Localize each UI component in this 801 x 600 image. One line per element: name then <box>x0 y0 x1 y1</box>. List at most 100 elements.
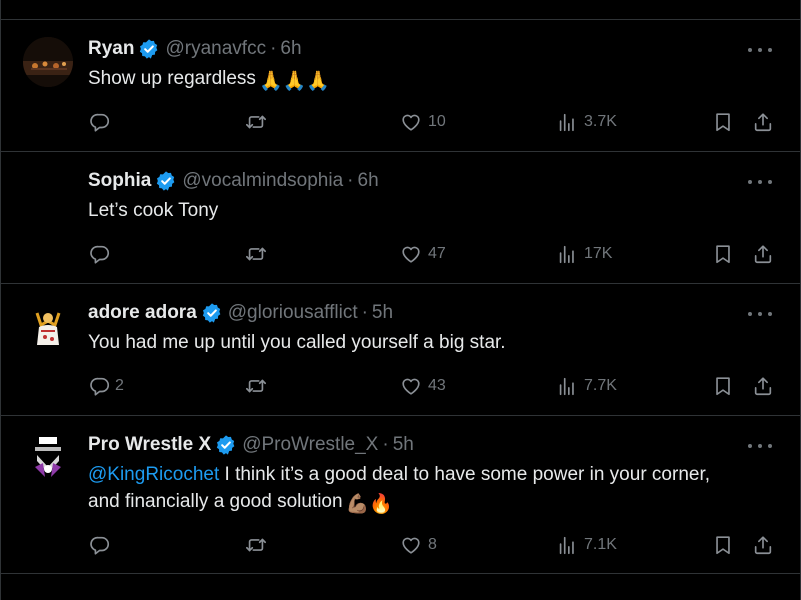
retweet-icon <box>245 111 267 133</box>
tweet-actions: 8 7.1K <box>1 532 800 558</box>
user-handle[interactable]: @ryanavfcc <box>165 38 266 60</box>
tweet-ryan[interactable]: Ryan @ryanavfcc · 6h Show up regardless 🙏… <box>1 20 800 151</box>
reply-icon <box>89 375 111 397</box>
timestamp[interactable]: 6h <box>358 170 379 192</box>
share-button[interactable] <box>752 109 774 135</box>
retweet-icon <box>245 534 267 556</box>
like-icon <box>400 375 422 397</box>
views-button[interactable]: 3.7K <box>556 109 617 135</box>
reply-icon <box>89 243 111 265</box>
bookmark-icon <box>712 534 734 556</box>
tweet-text-content: Show up regardless <box>88 68 256 89</box>
tweet-text-line-2: and financially a good solution 💪🏽🔥 <box>88 489 393 518</box>
divider <box>1 573 800 574</box>
like-icon <box>400 243 422 265</box>
verified-badge-icon <box>201 302 223 324</box>
timeline-feed: Ryan @ryanavfcc · 6h Show up regardless 🙏… <box>0 0 801 600</box>
share-icon <box>752 111 774 133</box>
tweet-text-line-1: @KingRicochet I think it’s a good deal t… <box>88 462 710 488</box>
verified-badge-icon <box>215 434 237 456</box>
more-icon[interactable] <box>748 304 772 324</box>
like-count: 10 <box>428 113 446 130</box>
bookmark-icon <box>712 243 734 265</box>
bookmark-button[interactable] <box>712 109 734 135</box>
like-button[interactable]: 43 <box>400 373 446 399</box>
retweet-button[interactable] <box>245 373 267 399</box>
more-icon[interactable] <box>748 40 772 60</box>
reply-button[interactable]: 2 <box>89 373 124 399</box>
bookmark-icon <box>712 111 734 133</box>
retweet-button[interactable] <box>245 532 267 558</box>
bookmark-button[interactable] <box>712 532 734 558</box>
retweet-button[interactable] <box>245 109 267 135</box>
retweet-icon <box>245 243 267 265</box>
timestamp[interactable]: 6h <box>280 38 301 60</box>
views-button[interactable]: 7.1K <box>556 532 617 558</box>
mention-link[interactable]: @KingRicochet <box>88 464 219 485</box>
tweet-text-content: and financially a good solution <box>88 491 343 512</box>
bookmark-button[interactable] <box>712 373 734 399</box>
more-icon[interactable] <box>748 436 772 456</box>
avatar[interactable] <box>23 37 73 87</box>
tweet-text-content: I think it’s a good deal to have some po… <box>219 464 711 485</box>
emoji: 💪🏽🔥 <box>345 494 393 515</box>
avatar[interactable] <box>23 433 73 483</box>
separator-dot: · <box>382 434 389 455</box>
share-icon <box>752 375 774 397</box>
view-count: 3.7K <box>584 113 617 130</box>
display-name[interactable]: adore adora <box>88 302 197 324</box>
verified-badge-icon <box>138 38 160 60</box>
like-button[interactable]: 10 <box>400 109 446 135</box>
like-count: 43 <box>428 377 446 394</box>
tweet-header: Sophia @vocalmindsophia · 6h <box>88 169 379 193</box>
tweet-header: Pro Wrestle X @ProWrestle_X · 5h <box>88 433 414 457</box>
reply-button[interactable] <box>89 532 117 558</box>
view-count: 7.7K <box>584 377 617 394</box>
user-handle[interactable]: @vocalmindsophia <box>182 170 343 192</box>
reply-count: 2 <box>115 377 124 394</box>
reply-button[interactable] <box>89 241 117 267</box>
display-name[interactable]: Ryan <box>88 38 134 60</box>
reply-icon <box>89 111 111 133</box>
verified-badge-icon <box>155 170 177 192</box>
user-handle[interactable]: @gloriousafflict <box>228 302 358 324</box>
retweet-button[interactable] <box>245 241 267 267</box>
tweet-sophia[interactable]: Sophia @vocalmindsophia · 6h Let’s cook … <box>1 152 800 283</box>
share-button[interactable] <box>752 241 774 267</box>
more-icon[interactable] <box>748 172 772 192</box>
share-icon <box>752 243 774 265</box>
tweet-pro-wrestle-x[interactable]: Pro Wrestle X @ProWrestle_X · 5h @KingRi… <box>1 416 800 572</box>
separator-dot: · <box>361 302 368 323</box>
reply-button[interactable] <box>89 109 117 135</box>
tweet-text: You had me up until you called yourself … <box>88 332 506 353</box>
display-name[interactable]: Sophia <box>88 170 151 192</box>
tweet-actions: 2 43 7.7K <box>1 373 800 399</box>
timestamp[interactable]: 5h <box>393 434 414 456</box>
bookmark-button[interactable] <box>712 241 734 267</box>
timestamp[interactable]: 5h <box>372 302 393 324</box>
user-handle[interactable]: @ProWrestle_X <box>242 434 378 456</box>
views-button[interactable]: 7.7K <box>556 373 617 399</box>
reply-icon <box>89 534 111 556</box>
view-count: 7.1K <box>584 536 617 553</box>
tweet-adore-adora[interactable]: adore adora @gloriousafflict · 5h You ha… <box>1 284 800 415</box>
avatar[interactable] <box>23 301 73 351</box>
tweet-actions: 47 17K <box>1 241 800 267</box>
separator-dot: · <box>347 170 354 191</box>
like-button[interactable]: 8 <box>400 532 437 558</box>
display-name[interactable]: Pro Wrestle X <box>88 434 211 456</box>
views-icon <box>556 111 578 133</box>
like-icon <box>400 111 422 133</box>
bookmark-icon <box>712 375 734 397</box>
tweet-header: Ryan @ryanavfcc · 6h <box>88 37 302 61</box>
tweet-actions: 10 3.7K <box>1 109 800 135</box>
views-button[interactable]: 17K <box>556 241 612 267</box>
views-icon <box>556 243 578 265</box>
avatar[interactable] <box>23 169 73 219</box>
share-button[interactable] <box>752 373 774 399</box>
like-button[interactable]: 47 <box>400 241 446 267</box>
retweet-icon <box>245 375 267 397</box>
share-button[interactable] <box>752 532 774 558</box>
like-count: 8 <box>428 536 437 553</box>
share-icon <box>752 534 774 556</box>
